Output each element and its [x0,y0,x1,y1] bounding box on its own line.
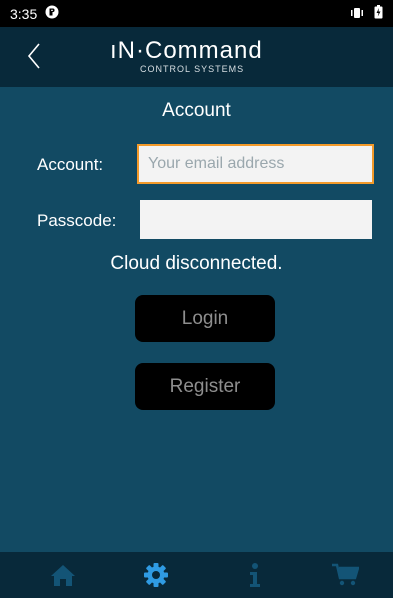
register-button[interactable]: Register [135,363,275,410]
status-right [350,4,383,23]
notification-icon [45,5,59,22]
status-bar: 3:35 [0,0,393,27]
cloud-status-text: Cloud disconnected. [110,253,283,274]
account-label: Account: [37,155,104,174]
status-time: 3:35 [10,5,38,22]
logo-sub-text: CONTROL SYSTEMS [140,64,245,74]
tab-cart[interactable] [315,552,375,598]
logo-main-text: ıN·Command [110,37,263,64]
login-button[interactable]: Login [135,295,275,342]
cart-icon [332,563,359,586]
passcode-label: Passcode: [37,211,117,230]
tab-info[interactable] [225,552,285,598]
battery-icon [374,4,383,23]
home-icon [51,565,75,586]
status-left: 3:35 [10,5,59,22]
vibrate-icon [350,4,364,23]
page-title: Account [162,100,231,121]
chevron-left-icon [27,43,40,69]
app-header: ıN·Command CONTROL SYSTEMS [0,27,393,87]
app-logo: ıN·Command CONTROL SYSTEMS [110,37,300,81]
tab-settings[interactable] [126,552,186,598]
account-email-input[interactable] [137,144,374,184]
gear-icon [144,563,168,587]
bottom-tab-bar [0,552,393,598]
tab-home[interactable] [33,552,93,598]
passcode-input[interactable] [140,200,372,239]
info-icon [250,563,260,587]
back-button[interactable] [24,41,52,71]
